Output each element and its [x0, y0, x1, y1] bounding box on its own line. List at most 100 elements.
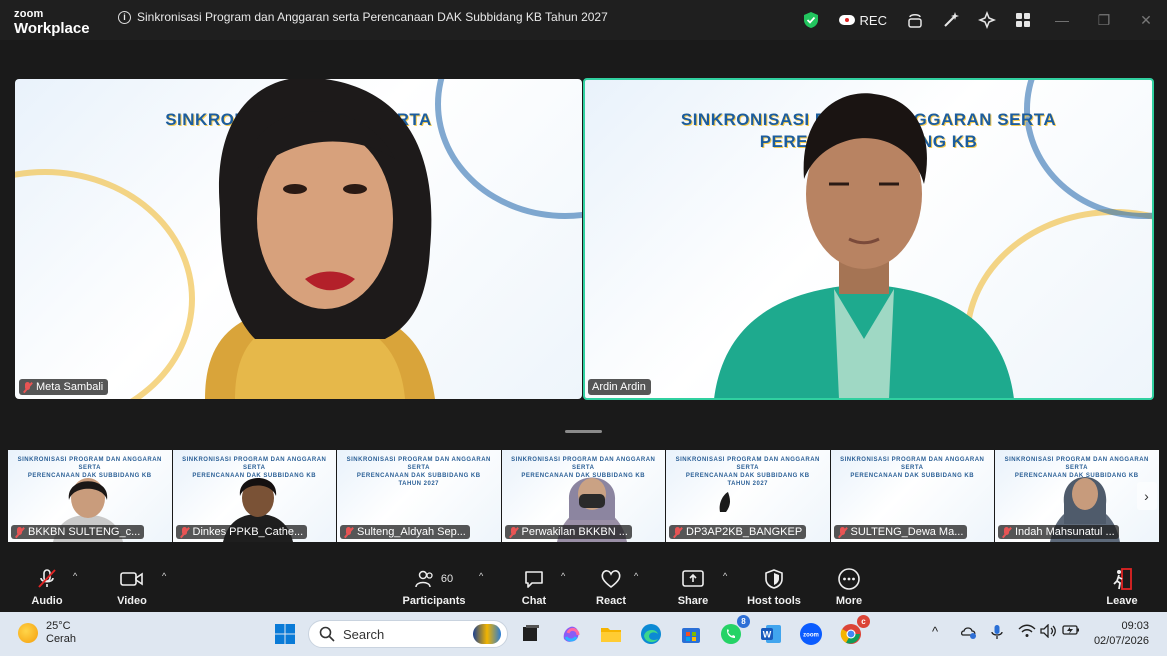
- word-icon[interactable]: W: [758, 621, 784, 647]
- participants-label: Participants: [402, 595, 466, 607]
- muted-mic-icon: [838, 526, 847, 538]
- thumbnail-tile[interactable]: SINKRONISASI PROGRAM DAN ANGGARAN SERTA P…: [995, 450, 1160, 542]
- leave-label: Leave: [1106, 595, 1138, 607]
- participant-name: Meta Sambali: [36, 381, 104, 393]
- leave-door-icon: [1110, 567, 1134, 591]
- video-button[interactable]: Video: [97, 567, 167, 607]
- thumbnail-strip: SINKRONISASI PROGRAM DAN ANGGARAN SERTA P…: [8, 450, 1160, 542]
- thumbnail-tile[interactable]: SINKRONISASI PROGRAM DAN ANGGARAN SERTA P…: [172, 450, 337, 542]
- system-clock[interactable]: 09:03 02/07/2026: [1094, 619, 1149, 649]
- share-options-chevron-icon[interactable]: ^: [723, 571, 727, 581]
- svg-text:zoom: zoom: [803, 633, 819, 639]
- minimize-icon[interactable]: —: [1041, 0, 1083, 40]
- microphone-tray-icon[interactable]: [990, 624, 1004, 643]
- chrome-icon[interactable]: c: [838, 615, 870, 647]
- react-options-chevron-icon[interactable]: ^: [634, 571, 638, 581]
- task-view-icon[interactable]: [518, 621, 544, 647]
- resize-handle[interactable]: [565, 430, 602, 433]
- participant-name: Indah Mahsunatul ...: [1015, 526, 1115, 538]
- windows-start-icon[interactable]: [272, 621, 298, 647]
- chat-button[interactable]: Chat: [499, 567, 569, 607]
- battery-icon[interactable]: [1062, 624, 1080, 639]
- meeting-title: Sinkronisasi Program dan Anggaran serta …: [137, 10, 608, 24]
- taskbar-search-input[interactable]: Search: [308, 620, 508, 648]
- participants-button[interactable]: 60 Participants: [399, 567, 469, 607]
- participant-video: [714, 93, 1014, 399]
- participant-name-tag: Meta Sambali: [19, 379, 109, 395]
- participant-video: [205, 79, 435, 399]
- captions-icon[interactable]: [897, 0, 933, 40]
- more-dots-icon: [837, 567, 861, 591]
- edge-browser-icon[interactable]: [638, 621, 664, 647]
- restore-icon[interactable]: ❐: [1083, 0, 1125, 40]
- weather-widget[interactable]: 25°C Cerah: [18, 620, 76, 646]
- volume-icon[interactable]: [1040, 623, 1058, 641]
- muted-mic-icon: [180, 526, 189, 538]
- whatsapp-icon[interactable]: 8: [718, 615, 750, 647]
- video-options-chevron-icon[interactable]: ^: [162, 571, 166, 581]
- info-icon[interactable]: i: [118, 10, 131, 24]
- windows-taskbar: 25°C Cerah Search 8 W zoom c ^ 09:03 02/…: [0, 612, 1167, 656]
- search-placeholder: Search: [343, 626, 385, 642]
- thumbnail-tile[interactable]: SINKRONISASI PROGRAM DAN ANGGARAN SERTA P…: [337, 450, 502, 542]
- participants-options-chevron-icon[interactable]: ^: [479, 571, 483, 581]
- audio-options-chevron-icon[interactable]: ^: [73, 571, 77, 581]
- thumbnail-tile[interactable]: SINKRONISASI PROGRAM DAN ANGGARAN SERTA P…: [8, 450, 173, 542]
- thumbnail-tile[interactable]: SINKRONISASI PROGRAM DAN ANGGARAN SERTA P…: [666, 450, 831, 542]
- clock-date: 02/07/2026: [1093, 635, 1149, 647]
- participant-name-tag: Ardin Ardin: [588, 379, 651, 395]
- more-label: More: [835, 595, 863, 607]
- search-icon: [319, 626, 335, 642]
- chat-bubble-icon: [523, 567, 545, 591]
- onedrive-sync-icon[interactable]: [960, 624, 978, 643]
- video-tile-meta-sambali[interactable]: SINKRONISASI PRO AN SERTA PERENCANA KB M…: [15, 79, 582, 399]
- participant-name: DP3AP2KB_BANGKEP: [686, 526, 803, 538]
- audio-button[interactable]: Audio: [12, 567, 82, 607]
- muted-mic-icon: [673, 526, 682, 538]
- zoom-logo: zoom Workplace: [14, 9, 90, 37]
- participant-name: BKKBN SULTENG_c...: [28, 526, 141, 538]
- participant-name: Dinkes PPKB_Cathe...: [192, 526, 304, 538]
- svg-text:W: W: [763, 630, 772, 640]
- share-label: Share: [677, 595, 709, 607]
- logo-text-bottom: Workplace: [14, 20, 90, 37]
- show-hidden-icons-chevron-icon[interactable]: ^: [932, 624, 938, 639]
- zoom-app-icon[interactable]: zoom: [798, 621, 824, 647]
- share-button[interactable]: Share: [658, 567, 728, 607]
- leave-button[interactable]: Leave: [1087, 567, 1157, 607]
- security-shield-icon[interactable]: [793, 0, 829, 40]
- thumbnail-tile[interactable]: SINKRONISASI PROGRAM DAN ANGGARAN SERTA P…: [501, 450, 666, 542]
- video-camera-icon: [119, 567, 145, 591]
- wifi-icon[interactable]: [1018, 624, 1036, 641]
- audio-label: Audio: [31, 595, 63, 607]
- next-page-arrow-icon[interactable]: ›: [1136, 482, 1157, 510]
- cloud-recording-indicator[interactable]: REC: [829, 0, 897, 40]
- muted-mic-icon: [344, 526, 353, 538]
- chat-label: Chat: [521, 595, 547, 607]
- meeting-info[interactable]: i Sinkronisasi Program dan Anggaran sert…: [118, 10, 608, 24]
- host-shield-icon: [764, 567, 784, 591]
- thumbnail-tile[interactable]: SINKRONISASI PROGRAM DAN ANGGARAN SERTA P…: [830, 450, 995, 542]
- participant-name: Perwakilan BKKBN ...: [521, 526, 628, 538]
- magic-wand-icon[interactable]: [933, 0, 969, 40]
- microsoft-store-icon[interactable]: [678, 621, 704, 647]
- more-button[interactable]: More: [814, 567, 884, 607]
- muted-mic-icon: [509, 526, 518, 538]
- ai-companion-icon[interactable]: [969, 0, 1005, 40]
- clock-time: 09:03: [1121, 620, 1149, 632]
- host-tools-label: Host tools: [747, 595, 801, 607]
- share-screen-icon: [681, 567, 705, 591]
- meeting-controls: Audio ^ Video ^ 60 Participants ^ Chat ^…: [0, 561, 1167, 612]
- video-tile-ardin-ardin[interactable]: SINKRONISASI PRO AN ANGGARAN SERTA PEREN…: [584, 79, 1153, 399]
- cloud-record-icon: [838, 15, 855, 25]
- copilot-icon[interactable]: [558, 621, 584, 647]
- rec-label: REC: [859, 12, 887, 28]
- host-tools-button[interactable]: Host tools: [739, 567, 809, 607]
- heart-icon: [599, 567, 623, 591]
- participant-name: Sulteng_Aldyah Sep...: [357, 526, 466, 538]
- close-icon[interactable]: ✕: [1125, 0, 1167, 40]
- participants-icon: 60: [415, 567, 453, 591]
- chat-options-chevron-icon[interactable]: ^: [561, 571, 565, 581]
- apps-grid-icon[interactable]: [1005, 0, 1041, 40]
- file-explorer-icon[interactable]: [598, 621, 624, 647]
